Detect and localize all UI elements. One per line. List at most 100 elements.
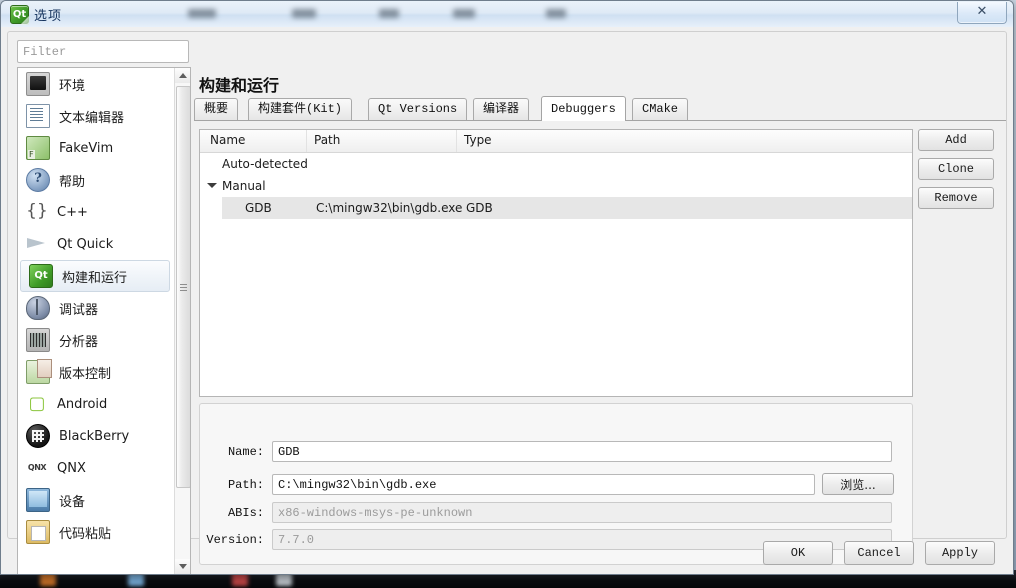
blackberry-icon bbox=[26, 424, 50, 448]
remove-button[interactable]: Remove bbox=[918, 187, 994, 209]
dialog-body: 环境文本编辑器 FakeVim? 帮助 {} C++ Qt QuickQt 构建和运行调试器… bbox=[1, 27, 1013, 574]
sidebar-item-label: 设备 bbox=[59, 494, 86, 510]
abis-label: ABIs: bbox=[227, 506, 264, 520]
cell-name: GDB bbox=[245, 201, 272, 215]
sidebar-item-14[interactable]: 设备 bbox=[18, 484, 173, 516]
tab--kit-[interactable]: 构建套件(Kit) bbox=[248, 98, 353, 120]
sidebar-scrollbar[interactable] bbox=[174, 68, 190, 574]
analyzer-icon bbox=[26, 328, 50, 352]
scroll-up-icon[interactable] bbox=[175, 68, 190, 83]
sidebar-item-label: QNX bbox=[57, 460, 86, 476]
qnx-icon: QNX bbox=[27, 463, 47, 472]
sidebar-item-8[interactable]: 调试器 bbox=[18, 292, 173, 324]
category-list[interactable]: 环境文本编辑器 FakeVim? 帮助 {} C++ Qt QuickQt 构建和运行调试器… bbox=[18, 68, 173, 548]
add-button[interactable]: Add bbox=[918, 129, 994, 151]
sidebar-item-label: 构建和运行 bbox=[62, 270, 128, 286]
page-title: 构建和运行 bbox=[199, 76, 280, 95]
monitor-icon bbox=[26, 72, 50, 96]
sidebar-item-label: 调试器 bbox=[59, 302, 99, 318]
sidebar-item-label: Android bbox=[57, 396, 108, 412]
sidebar-item-12[interactable]: BlackBerry bbox=[18, 420, 173, 452]
sidebar-item-6[interactable]: Qt Quick bbox=[18, 228, 173, 260]
tab-qt-versions[interactable]: Qt Versions bbox=[368, 98, 468, 120]
cell-name: Auto-detected bbox=[222, 157, 308, 171]
sidebar-item-5[interactable]: {} C++ bbox=[18, 196, 173, 228]
cell-name: Manual bbox=[222, 179, 266, 193]
options-dialog: Qt 选项 ✕ 环境文本编辑器FakeVim?帮助{}C++Qt QuickQt… bbox=[0, 0, 1014, 575]
column-header-path[interactable]: Path bbox=[314, 133, 340, 147]
background-window-titles bbox=[1, 1, 1013, 27]
column-header-type[interactable]: Type bbox=[464, 133, 492, 147]
column-divider[interactable] bbox=[306, 130, 307, 152]
ok-button[interactable]: OK bbox=[763, 541, 833, 565]
filter-input[interactable] bbox=[18, 41, 188, 62]
version-control-icon bbox=[26, 359, 52, 384]
table-row[interactable]: GDB C:\mingw32\bin\gdb.exe GDB bbox=[200, 197, 912, 219]
device-icon bbox=[26, 488, 50, 512]
sidebar-item-13[interactable]: QNX QNX bbox=[18, 452, 173, 484]
scrollbar-grip-icon bbox=[180, 284, 187, 291]
table-row[interactable]: Auto-detected bbox=[200, 153, 912, 175]
column-divider[interactable] bbox=[456, 130, 457, 152]
category-sidebar[interactable]: 环境文本编辑器 FakeVim? 帮助 {} C++ Qt QuickQt 构建和运行调试器… bbox=[17, 67, 191, 574]
abis-field bbox=[272, 502, 892, 523]
close-icon: ✕ bbox=[976, 4, 988, 19]
filter-box[interactable] bbox=[17, 40, 189, 63]
browse-button[interactable]: 浏览... bbox=[822, 473, 894, 495]
name-field[interactable] bbox=[272, 441, 892, 462]
sidebar-item-label: 版本控制 bbox=[59, 366, 112, 382]
cell-type: GDB bbox=[466, 201, 493, 215]
screen: Qt 选项 ✕ 环境文本编辑器FakeVim?帮助{}C++Qt QuickQt… bbox=[0, 0, 1016, 588]
sidebar-item-label: Qt Quick bbox=[57, 236, 114, 252]
bug-icon bbox=[26, 296, 50, 320]
sidebar-item-label: 环境 bbox=[59, 78, 86, 94]
close-button[interactable]: ✕ bbox=[957, 2, 1007, 24]
name-label: Name: bbox=[227, 445, 264, 459]
table-header: Name Path Type bbox=[200, 130, 912, 153]
table-row[interactable]: Manual bbox=[200, 175, 912, 197]
scrollbar-thumb[interactable] bbox=[176, 86, 190, 488]
text-editor-icon bbox=[26, 104, 50, 128]
sidebar-item-label: C++ bbox=[57, 204, 88, 220]
sidebar-item-11[interactable]: ▢ Android bbox=[18, 388, 173, 420]
apply-button[interactable]: Apply bbox=[925, 541, 995, 565]
qt-logo-text: Qt bbox=[12, 9, 27, 20]
path-field[interactable] bbox=[272, 474, 815, 495]
tab-bar[interactable]: 概要 构建套件(Kit) Qt Versions 编译器 Debuggers CMake bbox=[194, 96, 1006, 121]
content-panel: 环境文本编辑器 FakeVim? 帮助 {} C++ Qt QuickQt 构建和运行调试器… bbox=[7, 31, 1007, 574]
sidebar-item-7[interactable]: Qt 构建和运行 bbox=[20, 260, 170, 292]
table-actions: Add Clone Remove bbox=[918, 129, 998, 216]
android-icon: ▢ bbox=[28, 393, 46, 414]
sidebar-item-2[interactable]: 文本编辑器 bbox=[18, 100, 173, 132]
help-icon: ? bbox=[26, 168, 50, 192]
qt-build-icon: Qt bbox=[29, 264, 53, 288]
path-label: Path: bbox=[227, 478, 264, 492]
sidebar-item-label: 帮助 bbox=[59, 174, 86, 190]
fakevim-icon bbox=[26, 136, 50, 160]
cell-path: C:\mingw32\bin\gdb.exe bbox=[316, 201, 463, 215]
table-body[interactable]: Auto-detected Manual GDB C:\mingw32\bin\gdb… bbox=[200, 153, 912, 219]
paper-plane-icon bbox=[26, 233, 48, 255]
sidebar-item-label: 分析器 bbox=[59, 334, 99, 350]
qt-logo-icon: Qt bbox=[10, 5, 29, 25]
sidebar-item-label: 文本编辑器 bbox=[59, 110, 125, 126]
sidebar-item-3[interactable]: FakeVim bbox=[18, 132, 173, 164]
sidebar-item-label: BlackBerry bbox=[59, 428, 130, 444]
debuggers-table[interactable]: Name Path Type Auto-detected Manual GDB C:\mi… bbox=[199, 129, 913, 397]
tab-debuggers[interactable]: Debuggers bbox=[541, 96, 626, 121]
sidebar-item-9[interactable]: 分析器 bbox=[18, 324, 173, 356]
tab--[interactable]: 概要 bbox=[194, 98, 239, 120]
column-header-name[interactable]: Name bbox=[210, 133, 245, 147]
title-bar: Qt 选项 ✕ bbox=[1, 1, 1013, 28]
sidebar-item-1[interactable]: 环境 bbox=[18, 68, 173, 100]
window-title: 选项 bbox=[34, 9, 63, 24]
sidebar-item-10[interactable]: 版本控制 bbox=[18, 356, 173, 388]
expand-collapse-icon[interactable] bbox=[207, 183, 217, 188]
braces-icon: {} bbox=[26, 201, 48, 221]
cancel-button[interactable]: Cancel bbox=[844, 541, 914, 565]
tab--[interactable]: 编译器 bbox=[473, 98, 530, 120]
sidebar-item-4[interactable]: ? 帮助 bbox=[18, 164, 173, 196]
clone-button[interactable]: Clone bbox=[918, 158, 994, 180]
tab-cmake[interactable]: CMake bbox=[632, 98, 689, 120]
sidebar-item-label: FakeVim bbox=[59, 140, 114, 156]
